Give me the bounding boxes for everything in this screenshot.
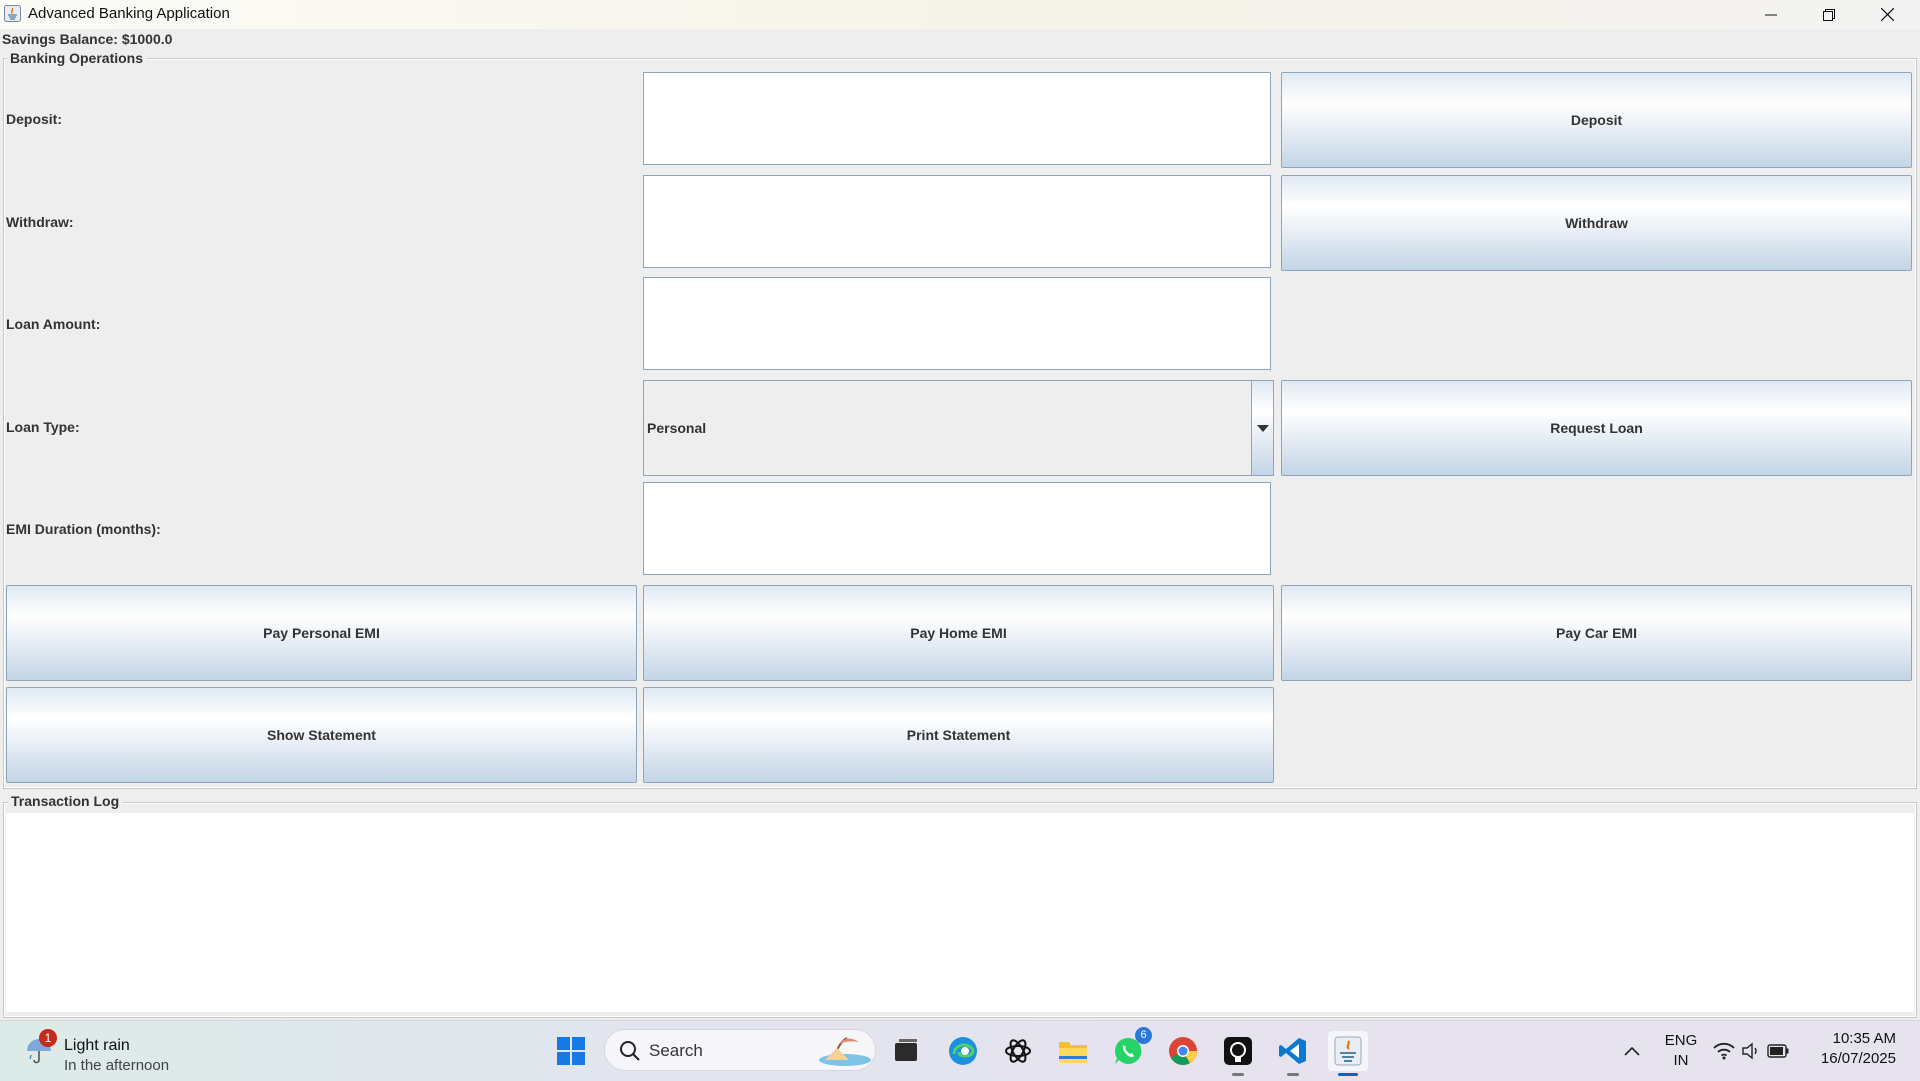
deposit-button[interactable]: Deposit — [1281, 72, 1912, 168]
loan-amount-input[interactable] — [643, 277, 1271, 370]
active-indicator — [1338, 1073, 1358, 1076]
task-view-icon — [895, 1039, 917, 1061]
request-loan-button[interactable]: Request Loan — [1281, 380, 1912, 476]
windows-start-icon — [557, 1037, 585, 1065]
minimize-button[interactable] — [1742, 0, 1800, 29]
search-icon — [620, 1041, 640, 1061]
window-title-bar: Advanced Banking Application — [0, 0, 1920, 29]
print-statement-button[interactable]: Print Statement — [643, 687, 1274, 783]
clock-date: 16/07/2025 — [1820, 1050, 1896, 1067]
taskbar-java-app[interactable] — [1328, 1031, 1368, 1076]
language-code: ENG — [1664, 1032, 1698, 1049]
chevron-up-icon — [1624, 1046, 1640, 1056]
transaction-log-title: Transaction Log — [8, 793, 123, 809]
system-clock[interactable]: 10:35 AM 16/07/2025 — [1821, 1029, 1896, 1069]
edge-browser-icon — [949, 1037, 977, 1065]
restore-icon — [1823, 8, 1835, 21]
dropdown-arrow-button[interactable] — [1251, 381, 1273, 475]
clock-time: 10:35 AM — [1832, 1030, 1896, 1047]
deposit-label: Deposit: — [6, 111, 62, 127]
battery-icon — [1767, 1044, 1789, 1058]
weather-forecast: In the afternoon — [64, 1057, 170, 1074]
pay-car-emi-button[interactable]: Pay Car EMI — [1281, 585, 1912, 681]
folder-icon — [1059, 1042, 1087, 1063]
show-statement-button[interactable]: Show Statement — [6, 687, 637, 783]
loan-type-selected: Personal — [647, 420, 707, 436]
show-hidden-icons-button[interactable] — [1612, 1031, 1652, 1071]
taskbar-edge[interactable] — [943, 1031, 983, 1071]
chatgpt-icon — [1005, 1039, 1031, 1063]
pay-home-emi-button[interactable]: Pay Home EMI — [643, 585, 1274, 681]
taskbar-chrome[interactable] — [1163, 1031, 1203, 1071]
volume-icon — [1742, 1042, 1757, 1060]
search-placeholder: Search — [649, 1041, 703, 1060]
java-app-icon — [4, 5, 21, 22]
minimize-icon — [1765, 14, 1777, 15]
pay-personal-emi-button[interactable]: Pay Personal EMI — [6, 585, 637, 681]
banking-operations-title: Banking Operations — [7, 50, 147, 66]
withdraw-input[interactable] — [643, 175, 1271, 268]
transaction-log-textarea[interactable] — [6, 813, 1914, 1012]
emi-duration-input[interactable] — [643, 482, 1271, 575]
emi-duration-label: EMI Duration (months): — [6, 521, 161, 537]
start-button[interactable] — [551, 1031, 591, 1071]
quick-settings-button[interactable] — [1706, 1031, 1796, 1071]
chevron-down-icon — [1256, 424, 1269, 432]
region-code: IN — [1673, 1052, 1689, 1069]
weather-condition: Light rain — [64, 1037, 130, 1054]
search-highlight-beach-icon — [819, 1037, 871, 1066]
close-button[interactable] — [1858, 0, 1916, 29]
github-icon — [1224, 1037, 1252, 1065]
taskbar-task-view[interactable] — [886, 1031, 926, 1071]
loan-type-dropdown[interactable]: Personal — [643, 380, 1274, 476]
loan-type-label: Loan Type: — [6, 419, 80, 435]
weather-alert-badge: 1 — [39, 1029, 57, 1047]
loan-amount-label: Loan Amount: — [6, 316, 101, 332]
windows-taskbar: 1 Light rain In the afternoon Search 6 E… — [0, 1020, 1920, 1081]
withdraw-button[interactable]: Withdraw — [1281, 175, 1912, 271]
java-icon — [1334, 1036, 1362, 1066]
withdraw-label: Withdraw: — [6, 214, 74, 230]
taskbar-whatsapp[interactable]: 6 — [1108, 1027, 1152, 1071]
input-language-indicator[interactable]: ENG IN — [1660, 1031, 1702, 1071]
deposit-input[interactable] — [643, 72, 1271, 165]
taskbar-vscode[interactable] — [1273, 1031, 1313, 1076]
taskbar-github-desktop[interactable] — [1218, 1031, 1258, 1076]
window-title: Advanced Banking Application — [28, 5, 230, 22]
running-indicator — [1287, 1073, 1299, 1076]
taskbar-chatgpt[interactable] — [998, 1031, 1038, 1071]
taskbar-search-box[interactable]: Search — [604, 1029, 876, 1071]
taskbar-file-explorer[interactable] — [1053, 1031, 1093, 1071]
close-icon — [1880, 8, 1894, 21]
running-indicator — [1232, 1073, 1244, 1076]
wifi-icon — [1713, 1042, 1735, 1060]
savings-balance-label: Savings Balance: $1000.0 — [2, 31, 173, 47]
restore-button[interactable] — [1800, 0, 1858, 29]
chrome-icon — [1169, 1037, 1197, 1065]
vscode-icon — [1279, 1038, 1306, 1064]
weather-widget[interactable]: 1 Light rain In the afternoon — [24, 1029, 204, 1074]
whatsapp-unread-badge: 6 — [1135, 1027, 1152, 1044]
